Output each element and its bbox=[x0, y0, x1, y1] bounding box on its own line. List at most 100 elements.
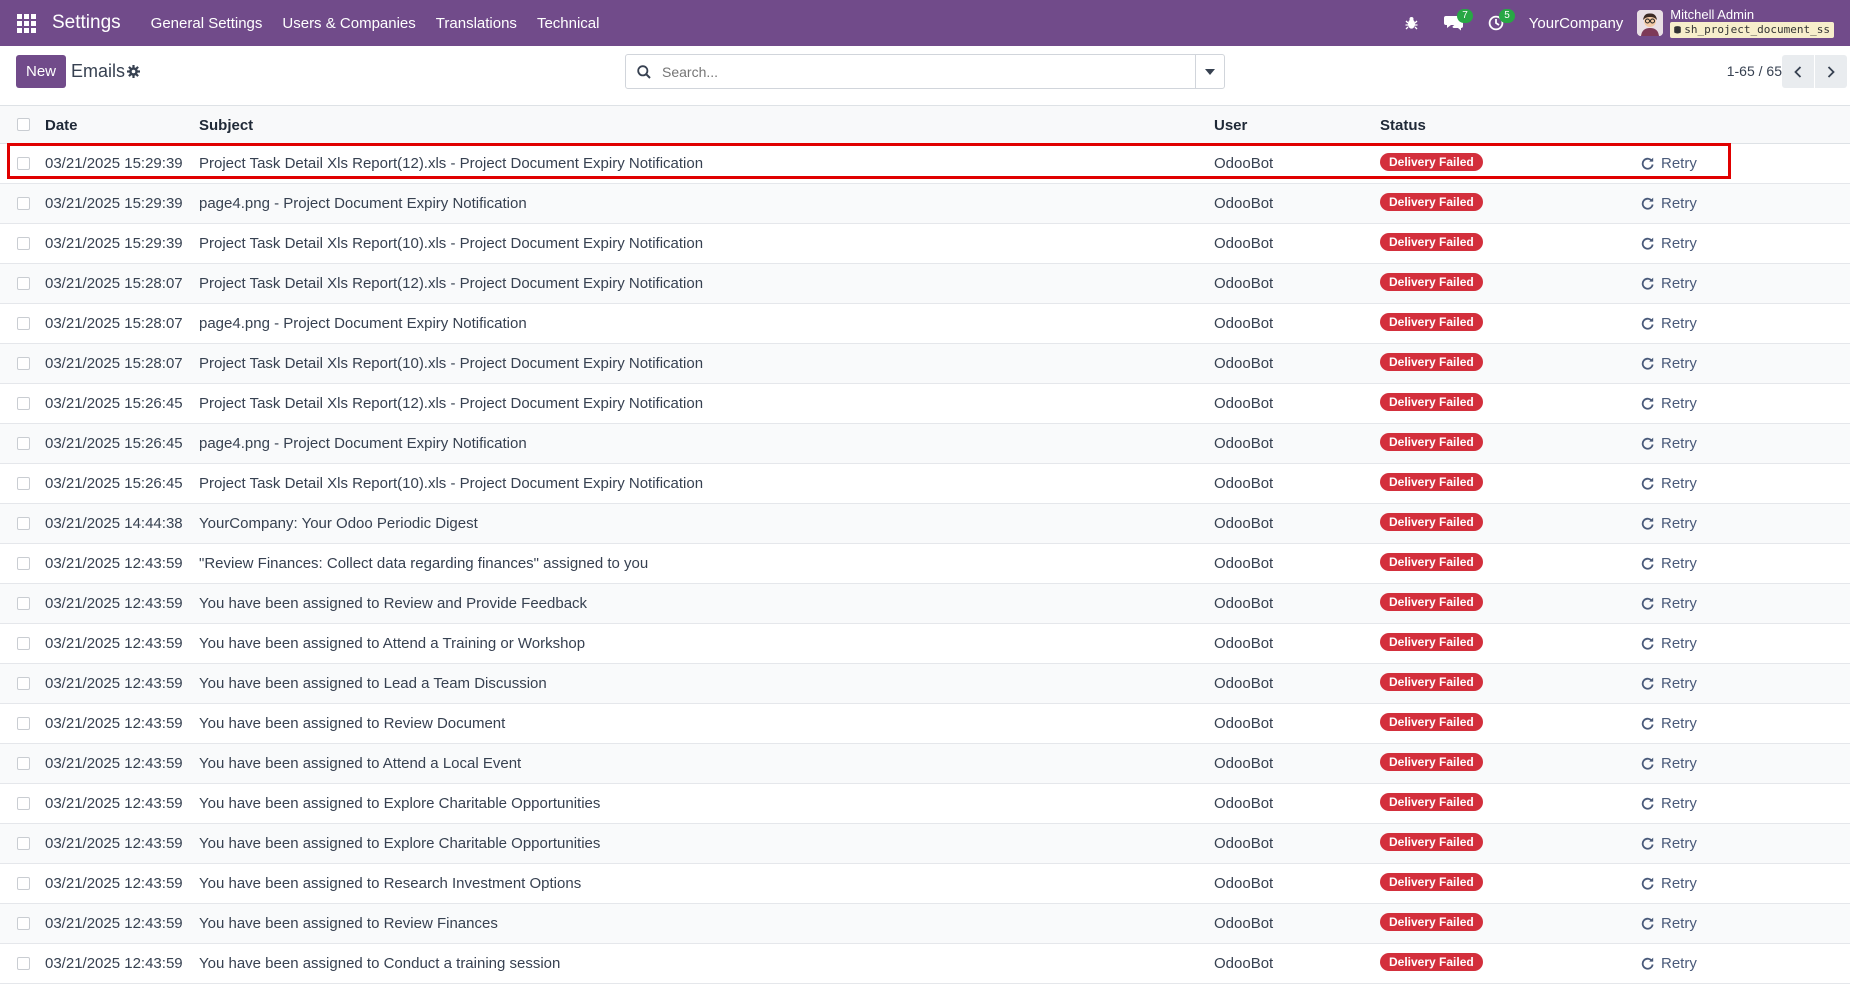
table-row[interactable]: 03/21/2025 15:26:45 page4.png - Project … bbox=[0, 424, 1850, 464]
row-checkbox[interactable] bbox=[17, 157, 30, 170]
table-row[interactable]: 03/21/2025 14:44:38 YourCompany: Your Od… bbox=[0, 504, 1850, 544]
menu-technical[interactable]: Technical bbox=[527, 15, 610, 32]
gear-icon[interactable] bbox=[127, 65, 140, 82]
status-badge: Delivery Failed bbox=[1380, 913, 1483, 931]
column-header-date[interactable]: Date bbox=[45, 117, 78, 134]
row-checkbox[interactable] bbox=[17, 757, 30, 770]
table-row[interactable]: 03/21/2025 12:43:59 You have been assign… bbox=[0, 624, 1850, 664]
row-checkbox[interactable] bbox=[17, 597, 30, 610]
messages-count-badge: 7 bbox=[1457, 9, 1473, 23]
retry-label: Retry bbox=[1661, 315, 1697, 332]
pager-next-button[interactable] bbox=[1815, 55, 1847, 88]
new-button[interactable]: New bbox=[16, 55, 66, 88]
table-row[interactable]: 03/21/2025 15:29:39 page4.png - Project … bbox=[0, 184, 1850, 224]
search-input[interactable] bbox=[662, 55, 1195, 88]
row-checkbox[interactable] bbox=[17, 277, 30, 290]
table-row[interactable]: 03/21/2025 12:43:59 You have been assign… bbox=[0, 704, 1850, 744]
row-checkbox[interactable] bbox=[17, 357, 30, 370]
row-checkbox[interactable] bbox=[17, 877, 30, 890]
pager-value[interactable]: 1-65 / 65 bbox=[1727, 63, 1782, 79]
row-checkbox[interactable] bbox=[17, 477, 30, 490]
row-checkbox[interactable] bbox=[17, 197, 30, 210]
row-checkbox[interactable] bbox=[17, 717, 30, 730]
status-badge: Delivery Failed bbox=[1380, 393, 1483, 411]
retry-button[interactable]: Retry bbox=[1641, 915, 1697, 932]
row-checkbox[interactable] bbox=[17, 517, 30, 530]
table-row[interactable]: 03/21/2025 15:26:45 Project Task Detail … bbox=[0, 384, 1850, 424]
row-date: 03/21/2025 12:43:59 bbox=[45, 835, 183, 852]
retry-button[interactable]: Retry bbox=[1641, 235, 1697, 252]
menu-general-settings[interactable]: General Settings bbox=[141, 15, 273, 32]
table-row[interactable]: 03/21/2025 12:43:59 You have been assign… bbox=[0, 904, 1850, 944]
table-row[interactable]: 03/21/2025 12:43:59 You have been assign… bbox=[0, 784, 1850, 824]
retry-label: Retry bbox=[1661, 475, 1697, 492]
debug-bug-icon[interactable] bbox=[1397, 0, 1427, 46]
row-checkbox[interactable] bbox=[17, 957, 30, 970]
retry-button[interactable]: Retry bbox=[1641, 275, 1697, 292]
pager-previous-button[interactable] bbox=[1782, 55, 1814, 88]
table-row[interactable]: 03/21/2025 12:43:59 You have been assign… bbox=[0, 664, 1850, 704]
table-row[interactable]: 03/21/2025 15:28:07 Project Task Detail … bbox=[0, 264, 1850, 304]
activities-clock-icon[interactable]: 5 bbox=[1481, 0, 1515, 46]
select-all-checkbox[interactable] bbox=[17, 118, 30, 131]
retry-button[interactable]: Retry bbox=[1641, 195, 1697, 212]
retry-button[interactable]: Retry bbox=[1641, 635, 1697, 652]
menu-users-companies[interactable]: Users & Companies bbox=[272, 15, 425, 32]
retry-label: Retry bbox=[1661, 515, 1697, 532]
row-checkbox[interactable] bbox=[17, 677, 30, 690]
row-checkbox[interactable] bbox=[17, 797, 30, 810]
retry-button[interactable]: Retry bbox=[1641, 955, 1697, 972]
table-row[interactable]: 03/21/2025 15:28:07 Project Task Detail … bbox=[0, 344, 1850, 384]
retry-button[interactable]: Retry bbox=[1641, 795, 1697, 812]
retry-button[interactable]: Retry bbox=[1641, 555, 1697, 572]
column-header-user[interactable]: User bbox=[1214, 117, 1247, 134]
retry-button[interactable]: Retry bbox=[1641, 515, 1697, 532]
app-name[interactable]: Settings bbox=[52, 12, 121, 34]
user-menu[interactable]: Mitchell Admin sh_project_document_ss bbox=[1670, 8, 1834, 38]
row-checkbox[interactable] bbox=[17, 557, 30, 570]
database-name: sh_project_document_ss bbox=[1670, 22, 1834, 38]
row-checkbox[interactable] bbox=[17, 397, 30, 410]
row-checkbox[interactable] bbox=[17, 637, 30, 650]
retry-button[interactable]: Retry bbox=[1641, 675, 1697, 692]
retry-button[interactable]: Retry bbox=[1641, 315, 1697, 332]
retry-button[interactable]: Retry bbox=[1641, 715, 1697, 732]
retry-button[interactable]: Retry bbox=[1641, 875, 1697, 892]
row-date: 03/21/2025 15:26:45 bbox=[45, 475, 183, 492]
row-checkbox[interactable] bbox=[17, 917, 30, 930]
table-row[interactable]: 03/21/2025 12:43:59 "Review Finances: Co… bbox=[0, 544, 1850, 584]
table-row[interactable]: 03/21/2025 15:29:39 Project Task Detail … bbox=[0, 224, 1850, 264]
row-status: Delivery Failed bbox=[1380, 433, 1483, 453]
row-user: OdooBot bbox=[1214, 515, 1274, 532]
table-row[interactable]: 03/21/2025 12:43:59 You have been assign… bbox=[0, 584, 1850, 624]
apps-menu-icon[interactable] bbox=[0, 0, 52, 46]
chevron-left-icon bbox=[1794, 65, 1802, 78]
row-checkbox[interactable] bbox=[17, 437, 30, 450]
row-checkbox[interactable] bbox=[17, 837, 30, 850]
company-switcher[interactable]: YourCompany bbox=[1529, 15, 1624, 32]
retry-button[interactable]: Retry bbox=[1641, 755, 1697, 772]
table-row[interactable]: 03/21/2025 12:43:59 You have been assign… bbox=[0, 864, 1850, 904]
user-avatar[interactable] bbox=[1637, 10, 1664, 36]
table-row[interactable]: 03/21/2025 15:28:07 page4.png - Project … bbox=[0, 304, 1850, 344]
retry-button[interactable]: Retry bbox=[1641, 595, 1697, 612]
retry-button[interactable]: Retry bbox=[1641, 155, 1697, 172]
table-row[interactable]: 03/21/2025 12:43:59 You have been assign… bbox=[0, 744, 1850, 784]
column-header-subject[interactable]: Subject bbox=[199, 117, 253, 134]
retry-button[interactable]: Retry bbox=[1641, 835, 1697, 852]
menu-translations[interactable]: Translations bbox=[426, 15, 527, 32]
retry-button[interactable]: Retry bbox=[1641, 355, 1697, 372]
messages-chat-icon[interactable]: 7 bbox=[1439, 0, 1473, 46]
row-checkbox[interactable] bbox=[17, 317, 30, 330]
table-row[interactable]: 03/21/2025 12:43:59 You have been assign… bbox=[0, 944, 1850, 984]
table-row[interactable]: 03/21/2025 15:29:39 Project Task Detail … bbox=[0, 144, 1850, 184]
column-header-status[interactable]: Status bbox=[1380, 117, 1426, 134]
table-row[interactable]: 03/21/2025 12:43:59 You have been assign… bbox=[0, 824, 1850, 864]
retry-button[interactable]: Retry bbox=[1641, 435, 1697, 452]
table-row[interactable]: 03/21/2025 15:26:45 Project Task Detail … bbox=[0, 464, 1850, 504]
retry-button[interactable]: Retry bbox=[1641, 395, 1697, 412]
retry-button[interactable]: Retry bbox=[1641, 475, 1697, 492]
row-checkbox[interactable] bbox=[17, 237, 30, 250]
search-options-toggle[interactable] bbox=[1195, 55, 1224, 88]
row-user: OdooBot bbox=[1214, 475, 1274, 492]
